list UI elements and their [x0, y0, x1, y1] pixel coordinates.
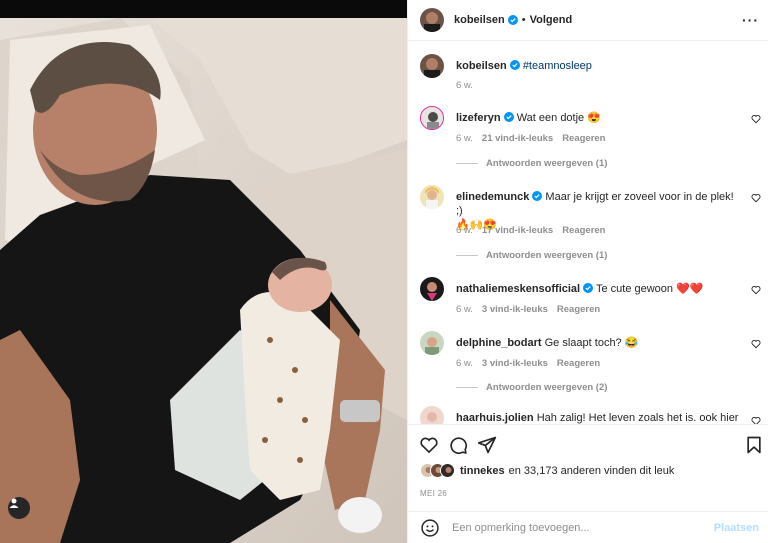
comment-text: Wat een dotje 😍 — [516, 112, 601, 124]
comment-meta: 6 w. 3 vind-ik-leuks Reageren — [456, 358, 609, 369]
post-photo[interactable] — [0, 0, 407, 543]
post-header: kobeilsen • Volgend ··· — [408, 0, 768, 41]
comment-username[interactable]: lizeferyn — [456, 112, 501, 124]
commenter-avatar[interactable] — [420, 406, 444, 424]
like-comment-heart-icon[interactable] — [751, 416, 761, 424]
comment-item: elinedemunck Maar je krijgt er zoveel vo… — [420, 185, 765, 265]
comment-item: haarhuis.jolien Hah zalig! Het leven zoa… — [420, 406, 765, 424]
caption: kobeilsen #teamnosleep 6 w. — [420, 54, 765, 94]
comment-input[interactable] — [452, 521, 702, 534]
likes-count-text[interactable]: en 33,173 anderen vinden dit leuk — [509, 465, 675, 477]
verified-badge-icon — [503, 112, 514, 122]
commenter-avatar[interactable] — [420, 277, 444, 301]
comment-meta: 6 w. 3 vind-ik-leuks Reageren — [456, 304, 609, 315]
add-comment-bar: Plaatsen — [408, 511, 768, 543]
verified-badge-icon — [532, 191, 543, 201]
commenter-avatar[interactable] — [420, 106, 444, 130]
post-date[interactable]: MEI 26 — [420, 489, 447, 498]
author-username[interactable]: kobeilsen — [454, 14, 505, 26]
caption-meta: 6 w. — [456, 80, 482, 91]
more-options-icon[interactable]: ··· — [742, 12, 759, 28]
comment-likes[interactable]: 21 vind-ik-leuks — [482, 133, 553, 144]
like-comment-heart-icon[interactable] — [751, 193, 761, 203]
user-tag-button[interactable] — [8, 497, 30, 519]
like-comment-heart-icon[interactable] — [751, 285, 761, 295]
reply-button[interactable]: Reageren — [562, 133, 605, 144]
person-icon — [9, 498, 19, 508]
reply-button[interactable]: Reageren — [557, 358, 600, 369]
comment-time[interactable]: 6 w. — [456, 304, 473, 315]
reply-button[interactable]: Reageren — [557, 304, 600, 315]
view-replies-button[interactable]: Antwoorden weergeven (1) — [456, 158, 607, 169]
comment-meta: 6 w. 21 vind-ik-leuks Reageren — [456, 133, 615, 144]
view-replies-label: Antwoorden weergeven (1) — [486, 250, 608, 261]
author-avatar[interactable] — [420, 54, 444, 78]
share-send-icon[interactable] — [477, 435, 497, 455]
comment-text: Ge slaapt toch? 😂 — [544, 337, 639, 349]
photo-illustration — [0, 0, 407, 543]
comment-username[interactable]: delphine_bodart — [456, 337, 542, 349]
comment-item: delphine_bodart Ge slaapt toch? 😂 6 w. 3 … — [420, 331, 765, 401]
commenter-avatar[interactable] — [420, 331, 444, 355]
liker-avatars[interactable] — [420, 463, 456, 479]
caption-username[interactable]: kobeilsen — [456, 60, 507, 72]
comment-likes[interactable]: 17 vind-ik-leuks — [482, 225, 553, 236]
comment-time[interactable]: 6 w. — [456, 133, 473, 144]
comment-text: Te cute gewoon ❤️❤️ — [595, 283, 704, 295]
likes-summary: tinnekes en 33,173 anderen vinden dit le… — [420, 463, 674, 479]
comments-list[interactable]: kobeilsen #teamnosleep 6 w. lizeferyn Wa… — [408, 42, 768, 424]
comment-item: nathaliemeskensofficial Te cute gewoon ❤… — [420, 277, 765, 322]
comment-username[interactable]: haarhuis.jolien — [456, 412, 534, 424]
comment-username[interactable]: nathaliemeskensofficial — [456, 283, 580, 295]
hashtag-link[interactable]: #teamnosleep — [523, 60, 592, 72]
comment-likes[interactable]: 3 vind-ik-leuks — [482, 304, 548, 315]
view-replies-button[interactable]: Antwoorden weergeven (2) — [456, 382, 607, 393]
view-replies-label: Antwoorden weergeven (2) — [486, 382, 608, 393]
author-avatar[interactable] — [420, 8, 444, 32]
save-bookmark-icon[interactable] — [744, 435, 764, 455]
like-comment-heart-icon[interactable] — [751, 339, 761, 349]
commenter-avatar[interactable] — [420, 185, 444, 209]
comment-bubble-icon[interactable] — [448, 435, 468, 455]
photo-top-border — [0, 0, 407, 18]
verified-badge-icon — [509, 60, 520, 70]
verified-badge-icon — [583, 283, 594, 293]
caption-time[interactable]: 6 w. — [456, 80, 473, 91]
post-side-panel: kobeilsen • Volgend ··· kobeilsen #teamn… — [407, 0, 768, 543]
reply-button[interactable]: Reageren — [562, 225, 605, 236]
emoji-icon[interactable] — [420, 518, 440, 538]
comment-likes[interactable]: 3 vind-ik-leuks — [482, 358, 548, 369]
post-comment-button[interactable]: Plaatsen — [714, 522, 759, 534]
liker-avatar — [440, 463, 455, 478]
view-replies-button[interactable]: Antwoorden weergeven (1) — [456, 250, 607, 261]
following-button[interactable]: Volgend — [530, 14, 573, 26]
comment-meta: 6 w. 17 vind-ik-leuks Reageren — [456, 225, 615, 236]
view-replies-label: Antwoorden weergeven (1) — [486, 158, 608, 169]
verified-badge-icon — [507, 15, 518, 25]
like-comment-heart-icon[interactable] — [751, 114, 761, 124]
liker-username[interactable]: tinnekes — [460, 465, 505, 477]
comment-username[interactable]: elinedemunck — [456, 191, 529, 203]
comment-item: lizeferyn Wat een dotje 😍 6 w. 21 vind-ik… — [420, 106, 765, 176]
post-actions-bar — [408, 424, 768, 460]
comment-text: Hah zalig! Het leven zoals het is. ook h… — [536, 412, 739, 424]
comment-time[interactable]: 6 w. — [456, 358, 473, 369]
like-heart-icon[interactable] — [419, 435, 439, 455]
comment-time[interactable]: 6 w. — [456, 225, 473, 236]
separator-dot: • — [521, 14, 526, 26]
